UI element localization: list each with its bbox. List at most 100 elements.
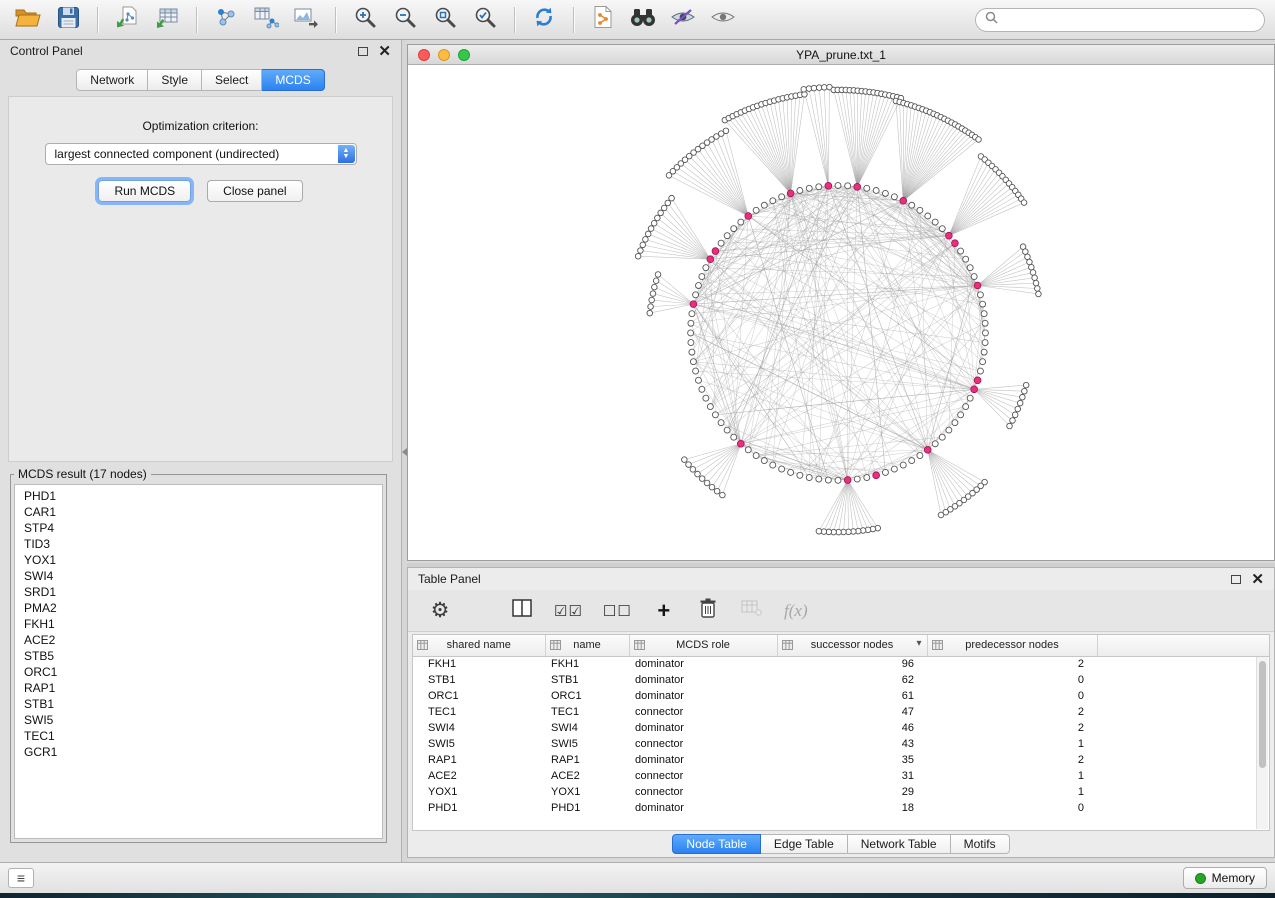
memory-button[interactable]: Memory [1183, 867, 1267, 889]
control-tabs: NetworkStyleSelectMCDS [0, 69, 401, 91]
tab-select[interactable]: Select [202, 69, 262, 91]
result-node[interactable]: CAR1 [24, 504, 382, 520]
network-from-table-button[interactable] [248, 5, 284, 35]
result-node[interactable]: RAP1 [24, 680, 382, 696]
tab-motifs[interactable]: Motifs [951, 834, 1010, 854]
plus-icon: + [657, 600, 670, 622]
unselect-all-columns-button[interactable]: ☐☐ [603, 597, 632, 625]
new-network-button[interactable] [208, 5, 244, 35]
tab-network-table[interactable]: Network Table [848, 834, 951, 854]
main-toolbar [0, 0, 1275, 40]
find-button[interactable] [625, 5, 661, 35]
result-node[interactable]: PHD1 [24, 488, 382, 504]
column-browser-button[interactable] [510, 597, 534, 625]
column-header-shared-name[interactable]: shared name [413, 635, 545, 656]
result-node[interactable]: YOX1 [24, 552, 382, 568]
column-header-predecessor-nodes[interactable]: predecessor nodes [927, 635, 1097, 656]
tab-node-table[interactable]: Node Table [672, 834, 761, 854]
export-image-icon [293, 5, 319, 34]
window-close-icon[interactable] [418, 49, 430, 61]
result-node[interactable]: SRD1 [24, 584, 382, 600]
search-input[interactable] [1004, 12, 1255, 28]
network-icon [214, 5, 238, 34]
save-session-button[interactable] [50, 5, 86, 35]
sort-chevron-icon[interactable]: ▾ [916, 638, 921, 649]
result-node[interactable]: FKH1 [24, 616, 382, 632]
select-all-columns-button[interactable]: ☑☑ [554, 597, 583, 625]
tab-network[interactable]: Network [76, 69, 148, 91]
zoom-fit-icon [433, 5, 457, 34]
result-node[interactable]: STB5 [24, 648, 382, 664]
table-settings-button[interactable]: ⚙ [428, 597, 452, 625]
result-node[interactable]: TEC1 [24, 728, 382, 744]
zoom-selected-icon [473, 5, 497, 34]
table-scrollbar-thumb[interactable] [1259, 661, 1266, 768]
create-column-button[interactable]: + [652, 597, 676, 625]
search-box[interactable] [975, 8, 1265, 32]
zoom-selected-button[interactable] [467, 5, 503, 35]
table-row[interactable]: YOX1YOX1connector291 [413, 784, 1269, 800]
status-menu-button[interactable]: ≡ [8, 868, 34, 888]
result-node[interactable]: ACE2 [24, 632, 382, 648]
close-panel-icon[interactable]: ✕ [378, 44, 391, 59]
function-builder-button-disabled: f(x) [784, 597, 808, 625]
result-node[interactable]: ORC1 [24, 664, 382, 680]
table-row[interactable]: RAP1RAP1dominator352 [413, 752, 1269, 768]
column-header-MCDS-role[interactable]: MCDS role [629, 635, 777, 656]
open-file-button[interactable] [10, 5, 46, 35]
column-header-successor-nodes[interactable]: successor nodes▾ [777, 635, 927, 656]
style-preview-button[interactable] [665, 5, 701, 35]
right-pane: YPA_prune.txt_1 Table Panel ✕ ⚙ ☑☑ ☐☐ + … [407, 40, 1275, 862]
close-panel-button[interactable]: Close panel [207, 180, 302, 202]
toolbar-separator [573, 7, 574, 33]
table-scrollbar[interactable] [1256, 657, 1268, 829]
import-network-button[interactable] [109, 5, 145, 35]
zoom-fit-button[interactable] [427, 5, 463, 35]
result-node[interactable]: PMA2 [24, 600, 382, 616]
table-row[interactable]: SWI4SWI4dominator462 [413, 720, 1269, 736]
mcds-result-list[interactable]: PHD1CAR1STP4TID3YOX1SWI4SRD1PMA2FKH1ACE2… [14, 484, 383, 839]
delete-table-button-disabled [740, 597, 764, 625]
table-row[interactable]: ORC1ORC1dominator610 [413, 688, 1269, 704]
export-image-button[interactable] [288, 5, 324, 35]
zoom-in-button[interactable] [347, 5, 383, 35]
tab-edge-table[interactable]: Edge Table [761, 834, 848, 854]
tab-style[interactable]: Style [148, 69, 202, 91]
copy-network-button[interactable] [585, 5, 621, 35]
table-row[interactable]: SWI5SWI5connector431 [413, 736, 1269, 752]
table-row[interactable]: PHD1PHD1dominator180 [413, 800, 1269, 816]
zoom-in-icon [353, 5, 377, 34]
gear-icon: ⚙ [431, 600, 450, 621]
window-maximize-icon[interactable] [458, 49, 470, 61]
result-node[interactable]: SWI4 [24, 568, 382, 584]
result-node[interactable]: GCR1 [24, 744, 382, 760]
show-hide-button[interactable] [705, 5, 741, 35]
result-node[interactable]: STB1 [24, 696, 382, 712]
table-row[interactable]: FKH1FKH1dominator962 [413, 656, 1269, 672]
network-window-titlebar[interactable]: YPA_prune.txt_1 [408, 45, 1274, 65]
result-node[interactable]: SWI5 [24, 712, 382, 728]
table-row[interactable]: STB1STB1dominator620 [413, 672, 1269, 688]
float-panel-icon[interactable] [358, 47, 368, 56]
import-table-button[interactable] [149, 5, 185, 35]
save-icon [57, 6, 80, 34]
criterion-select[interactable]: largest connected component (undirected)… [45, 143, 357, 165]
float-table-panel-icon[interactable] [1231, 575, 1241, 584]
unchecked-boxes-icon: ☐☐ [603, 602, 632, 620]
table-toolbar: ⚙ ☑☑ ☐☐ + f(x) [408, 590, 1274, 632]
column-header-name[interactable]: name [545, 635, 629, 656]
result-node[interactable]: STP4 [24, 520, 382, 536]
optimization-criterion-label: Optimization criterion: [9, 119, 392, 133]
table-row[interactable]: TEC1TEC1connector472 [413, 704, 1269, 720]
node-table-container: shared namenameMCDS rolesuccessor nodes▾… [412, 634, 1270, 831]
zoom-out-button[interactable] [387, 5, 423, 35]
close-table-panel-icon[interactable]: ✕ [1251, 572, 1264, 587]
refresh-button[interactable] [526, 5, 562, 35]
delete-column-button[interactable] [696, 597, 720, 625]
result-node[interactable]: TID3 [24, 536, 382, 552]
table-row[interactable]: ACE2ACE2connector311 [413, 768, 1269, 784]
run-mcds-button[interactable]: Run MCDS [98, 180, 191, 202]
tab-mcds[interactable]: MCDS [262, 69, 324, 91]
window-minimize-icon[interactable] [438, 49, 450, 61]
network-canvas-container[interactable] [408, 66, 1274, 560]
